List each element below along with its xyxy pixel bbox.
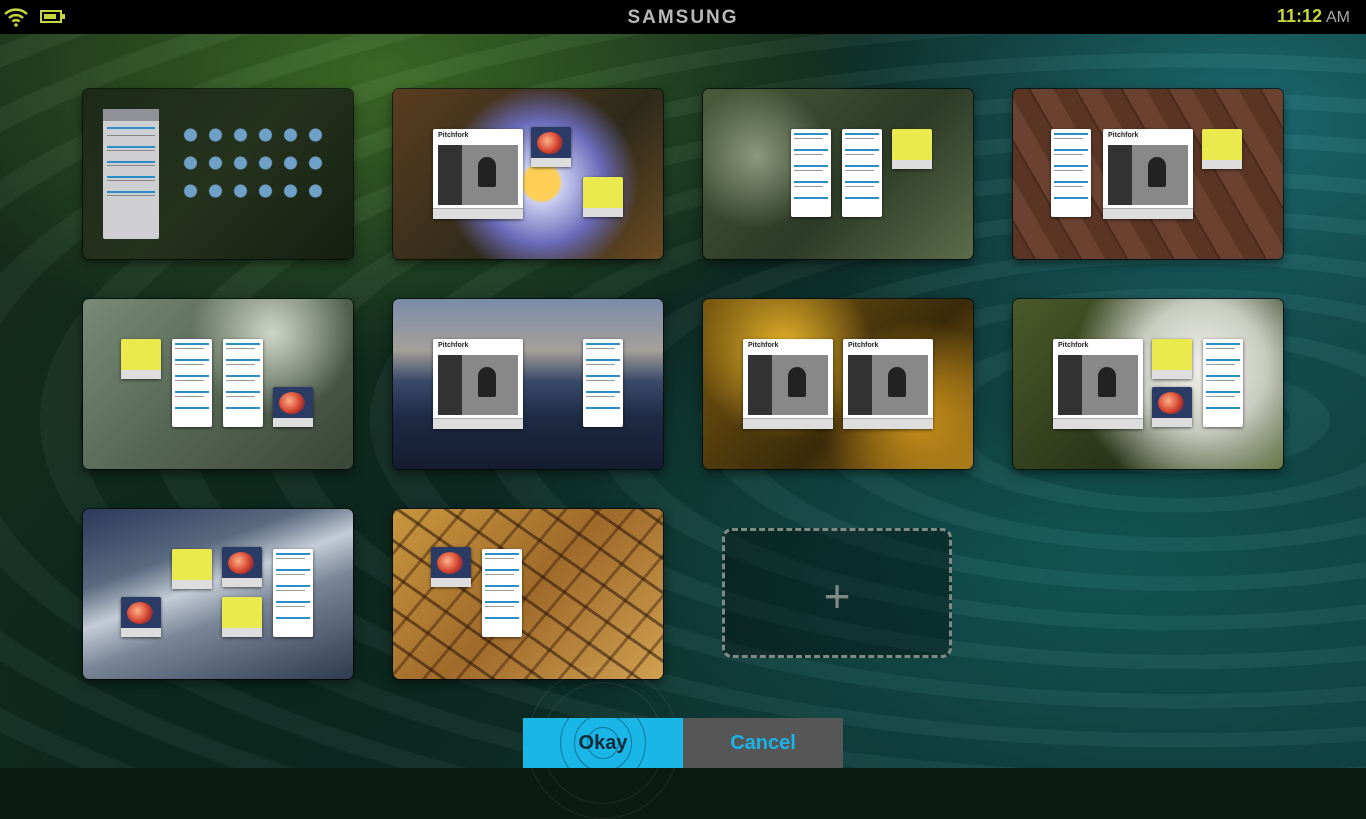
plus-icon: + bbox=[823, 570, 851, 622]
contacts-widget bbox=[1203, 339, 1243, 427]
music-widget bbox=[531, 127, 571, 167]
home-screen-thumbnail-9[interactable] bbox=[83, 509, 353, 679]
home-screen-thumbnail-6[interactable]: Pitchfork bbox=[393, 299, 663, 469]
clock: 11:12 AM bbox=[1277, 6, 1350, 27]
home-screen-thumbnail-3[interactable] bbox=[703, 89, 973, 259]
brand-logo: SAMSUNG bbox=[627, 7, 739, 28]
home-screen-thumbnail-4[interactable]: Pitchfork bbox=[1013, 89, 1283, 259]
home-screen-thumbnail-2[interactable]: Pitchfork bbox=[393, 89, 663, 259]
home-screen-thumbnail-7[interactable]: Pitchfork Pitchfork bbox=[703, 299, 973, 469]
clock-time: 11:12 bbox=[1276, 6, 1322, 26]
pitchfork-widget: Pitchfork bbox=[743, 339, 833, 429]
cancel-button[interactable]: Cancel bbox=[683, 718, 843, 768]
okay-button-label: Okay bbox=[578, 731, 628, 754]
app-icons-grid bbox=[178, 121, 328, 211]
music-widget bbox=[121, 597, 161, 637]
todo-widget bbox=[222, 597, 262, 637]
music-widget bbox=[1152, 387, 1192, 427]
contacts-widget bbox=[482, 549, 522, 637]
contacts-widget bbox=[791, 129, 831, 217]
contacts-widget bbox=[223, 339, 263, 427]
pitchfork-widget: Pitchfork bbox=[433, 339, 523, 429]
clock-ampm: AM bbox=[1326, 9, 1350, 26]
contacts-widget bbox=[583, 339, 623, 427]
music-widget bbox=[273, 387, 313, 427]
contacts-list-widget bbox=[103, 109, 159, 239]
contacts-widget bbox=[273, 549, 313, 637]
home-screen-thumbnail-1[interactable] bbox=[83, 89, 353, 259]
todo-widget bbox=[1152, 339, 1192, 379]
todo-widget bbox=[172, 549, 212, 589]
home-screen-thumbnail-5[interactable] bbox=[83, 299, 353, 469]
contacts-widget bbox=[172, 339, 212, 427]
todo-widget bbox=[892, 129, 932, 169]
todo-widget bbox=[121, 339, 161, 379]
okay-button[interactable]: Okay bbox=[523, 718, 683, 768]
contacts-widget bbox=[1051, 129, 1091, 217]
home-screen-thumbnail-10[interactable] bbox=[393, 509, 663, 679]
pitchfork-widget: Pitchfork bbox=[843, 339, 933, 429]
add-screen-slot[interactable]: + bbox=[722, 528, 952, 658]
todo-widget bbox=[583, 177, 623, 217]
pitchfork-widget: Pitchfork bbox=[433, 129, 523, 219]
pitchfork-widget: Pitchfork bbox=[1103, 129, 1193, 219]
status-bar: SAMSUNG 11:12 AM bbox=[0, 0, 1366, 34]
music-widget bbox=[222, 547, 262, 587]
pitchfork-widget: Pitchfork bbox=[1053, 339, 1143, 429]
todo-widget bbox=[1202, 129, 1242, 169]
music-widget bbox=[431, 547, 471, 587]
contacts-widget bbox=[842, 129, 882, 217]
home-screen-thumbnail-8[interactable]: Pitchfork bbox=[1013, 299, 1283, 469]
cancel-button-label: Cancel bbox=[730, 731, 796, 754]
